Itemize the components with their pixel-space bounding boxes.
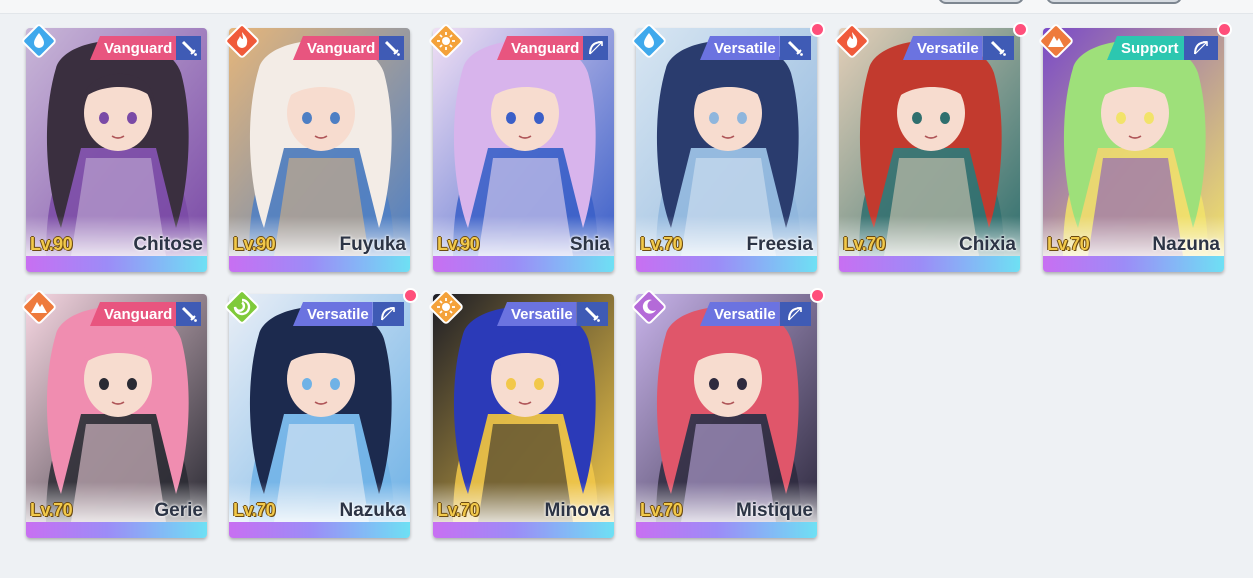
role-badge: Vanguard <box>90 36 201 60</box>
role-label: Vanguard <box>90 302 177 326</box>
character-card[interactable]: Versatile Lv.70 Minova <box>429 290 614 538</box>
sword-icon <box>576 302 608 326</box>
character-name: Mistique <box>735 500 813 521</box>
role-badge: Versatile <box>700 36 811 60</box>
notification-dot <box>810 288 825 303</box>
role-label: Support <box>1107 36 1184 60</box>
character-level: Lv.90 <box>437 234 480 254</box>
character-level: Lv.70 <box>1047 234 1090 254</box>
role-label: Versatile <box>700 36 780 60</box>
rarity-bar <box>433 256 614 272</box>
character-card[interactable]: Vanguard Lv.90 Fuyuka <box>225 24 410 272</box>
character-level: Lv.70 <box>233 500 276 520</box>
character-card[interactable]: Support Lv.70 Nazuna <box>1039 22 1232 272</box>
character-card[interactable]: Versatile Lv.70 Freesia <box>632 22 825 272</box>
role-label: Versatile <box>293 302 373 326</box>
rarity-bar <box>26 522 207 538</box>
sword-icon <box>176 302 201 326</box>
rarity-bar <box>229 522 410 538</box>
character-name: Freesia <box>746 234 813 255</box>
role-badge: Vanguard <box>90 302 201 326</box>
character-name: Fuyuka <box>339 234 406 255</box>
character-name: Shia <box>569 234 610 255</box>
sword-icon <box>982 36 1014 60</box>
character-name: Gerie <box>154 500 203 521</box>
notification-dot <box>810 22 825 37</box>
earth-element-icon <box>1039 24 1073 58</box>
filter-tab[interactable] <box>938 0 1024 4</box>
character-level: Lv.70 <box>640 234 683 254</box>
character-card[interactable]: Versatile Lv.70 Mistique <box>632 288 825 538</box>
rarity-bar <box>433 522 614 538</box>
sword-icon <box>779 36 811 60</box>
sword-icon <box>176 36 201 60</box>
bow-icon <box>1184 36 1218 60</box>
bow-icon <box>583 36 608 60</box>
notification-dot <box>1013 22 1028 37</box>
character-card[interactable]: Versatile Lv.70 Nazuka <box>225 288 418 538</box>
character-level: Lv.70 <box>843 234 886 254</box>
fire-element-icon <box>225 24 259 58</box>
character-card[interactable]: Vanguard Lv.70 Gerie <box>22 290 207 538</box>
character-name: Nazuna <box>1152 234 1220 255</box>
character-level: Lv.70 <box>437 500 480 520</box>
sort-tab[interactable] <box>1046 0 1182 4</box>
bow-icon <box>372 302 404 326</box>
water-element-icon <box>632 24 666 58</box>
role-label: Vanguard <box>293 36 380 60</box>
role-label: Versatile <box>903 36 983 60</box>
light-element-icon <box>429 24 463 58</box>
role-badge: Vanguard <box>293 36 404 60</box>
moon-element-icon <box>632 290 666 324</box>
character-level: Lv.70 <box>30 500 73 520</box>
role-badge: Versatile <box>903 36 1014 60</box>
character-name: Chixia <box>958 234 1016 255</box>
rarity-bar <box>1043 256 1224 272</box>
role-badge: Versatile <box>700 302 811 326</box>
role-label: Versatile <box>700 302 780 326</box>
top-toolbar-strip <box>0 0 1253 14</box>
fire-element-icon <box>835 24 869 58</box>
character-name: Chitose <box>133 234 203 255</box>
character-card[interactable]: Versatile Lv.70 Chixia <box>835 22 1028 272</box>
sword-icon <box>379 36 404 60</box>
rarity-bar <box>26 256 207 272</box>
role-badge: Versatile <box>293 302 404 326</box>
earth-element-icon <box>22 290 56 324</box>
character-name: Nazuka <box>339 500 406 521</box>
role-badge: Versatile <box>497 302 608 326</box>
notification-dot <box>403 288 418 303</box>
character-card[interactable]: Vanguard Lv.90 Shia <box>429 24 614 272</box>
character-name: Minova <box>544 500 610 521</box>
character-level: Lv.90 <box>233 234 276 254</box>
rarity-bar <box>839 256 1020 272</box>
character-level: Lv.90 <box>30 234 73 254</box>
character-card[interactable]: Vanguard Lv.90 Chitose <box>22 24 207 272</box>
rarity-bar <box>636 522 817 538</box>
notification-dot <box>1217 22 1232 37</box>
character-level: Lv.70 <box>640 500 683 520</box>
role-label: Vanguard <box>497 36 584 60</box>
role-badge: Support <box>1107 36 1218 60</box>
role-label: Vanguard <box>90 36 177 60</box>
wind-element-icon <box>225 290 259 324</box>
role-label: Versatile <box>497 302 577 326</box>
light-element-icon <box>429 290 463 324</box>
role-badge: Vanguard <box>497 36 608 60</box>
rarity-bar <box>229 256 410 272</box>
bow-icon <box>779 302 811 326</box>
water-element-icon <box>22 24 56 58</box>
rarity-bar <box>636 256 817 272</box>
